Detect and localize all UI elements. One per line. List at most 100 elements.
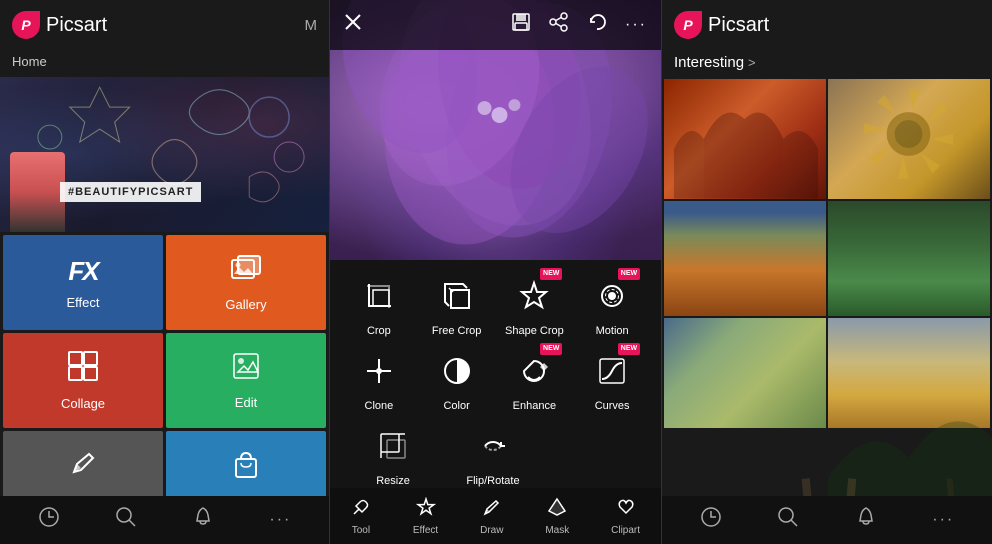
- hero-banner: #BEAUTIFYPICSART: [0, 77, 329, 232]
- color-icon: [441, 355, 473, 387]
- tab-tool[interactable]: Tool: [351, 497, 371, 536]
- draw-icon: [69, 450, 97, 485]
- more-options-icon[interactable]: ···: [625, 16, 647, 34]
- tool-shape-crop[interactable]: NEW Shape Crop: [499, 272, 569, 337]
- enhance-label: Enhance: [513, 400, 556, 412]
- collage-label: Collage: [61, 396, 105, 411]
- tool-enhance[interactable]: NEW Enhance: [499, 347, 569, 412]
- tab-effect[interactable]: Effect: [413, 497, 438, 536]
- left-header: P Picsart M: [0, 0, 329, 50]
- crop-icon-wrap: [355, 272, 403, 320]
- photo-autumn-road[interactable]: [664, 201, 826, 316]
- close-icon[interactable]: [344, 13, 362, 37]
- logo-text: Picsart: [46, 14, 107, 37]
- shape-crop-icon: [518, 280, 550, 312]
- crop-label: Crop: [367, 325, 391, 337]
- mid-panel: ··· Crop Free Crop: [330, 0, 662, 544]
- section-title: Interesting: [674, 54, 744, 71]
- photo-sunflower[interactable]: [828, 79, 990, 199]
- more-icon[interactable]: ···: [269, 511, 291, 529]
- tool-clone[interactable]: Clone: [344, 347, 414, 412]
- tile-edit[interactable]: Edit: [166, 333, 326, 428]
- collage-icon: [68, 351, 98, 388]
- photo-grid: [662, 79, 992, 428]
- curves-icon-wrap: NEW: [588, 347, 636, 395]
- edit-icon: [232, 352, 260, 387]
- tool-curves[interactable]: NEW Curves: [577, 347, 647, 412]
- clipart-tab-icon: [616, 497, 636, 522]
- notification-icon[interactable]: [192, 506, 214, 534]
- enhance-icon-wrap: NEW: [510, 347, 558, 395]
- right-notification-icon[interactable]: [855, 506, 877, 534]
- gallery-label: Gallery: [225, 297, 266, 312]
- photo-railroad[interactable]: [664, 318, 826, 428]
- curves-new-badge: NEW: [618, 343, 640, 355]
- free-crop-label: Free Crop: [432, 325, 482, 337]
- tool-free-crop[interactable]: Free Crop: [422, 272, 492, 337]
- shape-crop-new-badge: NEW: [540, 268, 562, 280]
- left-subheader: Home: [0, 50, 329, 77]
- undo-icon[interactable]: [587, 12, 607, 38]
- tools-row-2: Clone Color NEW: [340, 347, 651, 412]
- tiles-grid: FX Effect Gallery Collage Edit: [0, 232, 329, 529]
- tool-color[interactable]: Color: [422, 347, 492, 412]
- tools-row-3: Resize Flip/Rotate: [340, 422, 651, 487]
- tools-row-1: Crop Free Crop NEW Shape Crop: [340, 272, 651, 337]
- clone-icon: [363, 355, 395, 387]
- save-icon[interactable]: [511, 12, 531, 38]
- right-logo-text: Picsart: [708, 14, 769, 37]
- left-panel: P Picsart M Home #BEAUTIFYPICSART FX Eff…: [0, 0, 330, 544]
- motion-new-badge: NEW: [618, 268, 640, 280]
- left-header-menu[interactable]: M: [305, 17, 318, 34]
- flip-rotate-icon-wrap: [469, 422, 517, 470]
- crop-icon: [363, 280, 395, 312]
- tab-clipart[interactable]: Clipart: [611, 497, 640, 536]
- resize-label: Resize: [376, 475, 410, 487]
- tile-collage[interactable]: Collage: [3, 333, 163, 428]
- draw-tab-icon: [482, 497, 502, 522]
- color-icon-wrap: [433, 347, 481, 395]
- flip-rotate-label: Flip/Rotate: [466, 475, 519, 487]
- shop-icon: [233, 449, 259, 486]
- right-logo-icon: P: [674, 11, 702, 39]
- mid-tools: Crop Free Crop NEW Shape Crop: [330, 260, 661, 505]
- tab-draw[interactable]: Draw: [480, 497, 503, 536]
- effect-icon: FX: [68, 256, 97, 287]
- search-icon[interactable]: [115, 506, 137, 534]
- tile-effect[interactable]: FX Effect: [3, 235, 163, 330]
- draw-tab-label: Draw: [480, 525, 503, 536]
- tool-motion[interactable]: NEW Motion: [577, 272, 647, 337]
- effect-label: Effect: [66, 295, 99, 310]
- share-icon[interactable]: [549, 12, 569, 38]
- flip-rotate-icon: [477, 430, 509, 462]
- tool-flip-rotate[interactable]: Flip/Rotate: [458, 422, 528, 487]
- curves-icon: [596, 355, 628, 387]
- right-panel: P Picsart Interesting >: [662, 0, 992, 544]
- tool-crop[interactable]: Crop: [344, 272, 414, 337]
- tile-gallery[interactable]: Gallery: [166, 235, 326, 330]
- effect-tab-icon: [416, 497, 436, 522]
- effect-tab-label: Effect: [413, 525, 438, 536]
- right-more-icon[interactable]: ···: [932, 511, 954, 529]
- free-crop-icon: [441, 280, 473, 312]
- clipart-tab-label: Clipart: [611, 525, 640, 536]
- section-arrow: >: [748, 55, 756, 70]
- curves-label: Curves: [595, 400, 630, 412]
- right-home-icon[interactable]: [700, 506, 722, 534]
- right-search-icon[interactable]: [777, 506, 799, 534]
- home-refresh-icon[interactable]: [38, 506, 60, 534]
- resize-icon: [377, 430, 409, 462]
- photo-forest-red[interactable]: [664, 79, 826, 199]
- tool-resize[interactable]: Resize: [358, 422, 428, 487]
- hero-hashtag: #BEAUTIFYPICSART: [60, 182, 201, 202]
- photo-foggy-road[interactable]: [828, 318, 990, 428]
- right-subheader[interactable]: Interesting >: [662, 50, 992, 79]
- tab-mask[interactable]: Mask: [545, 497, 569, 536]
- enhance-new-badge: NEW: [540, 343, 562, 355]
- right-header: P Picsart: [662, 0, 992, 50]
- clone-label: Clone: [365, 400, 394, 412]
- hero-person: [10, 152, 65, 232]
- tool-tab-label: Tool: [352, 525, 370, 536]
- mid-header-actions: ···: [511, 12, 647, 38]
- photo-forest-green[interactable]: [828, 201, 990, 316]
